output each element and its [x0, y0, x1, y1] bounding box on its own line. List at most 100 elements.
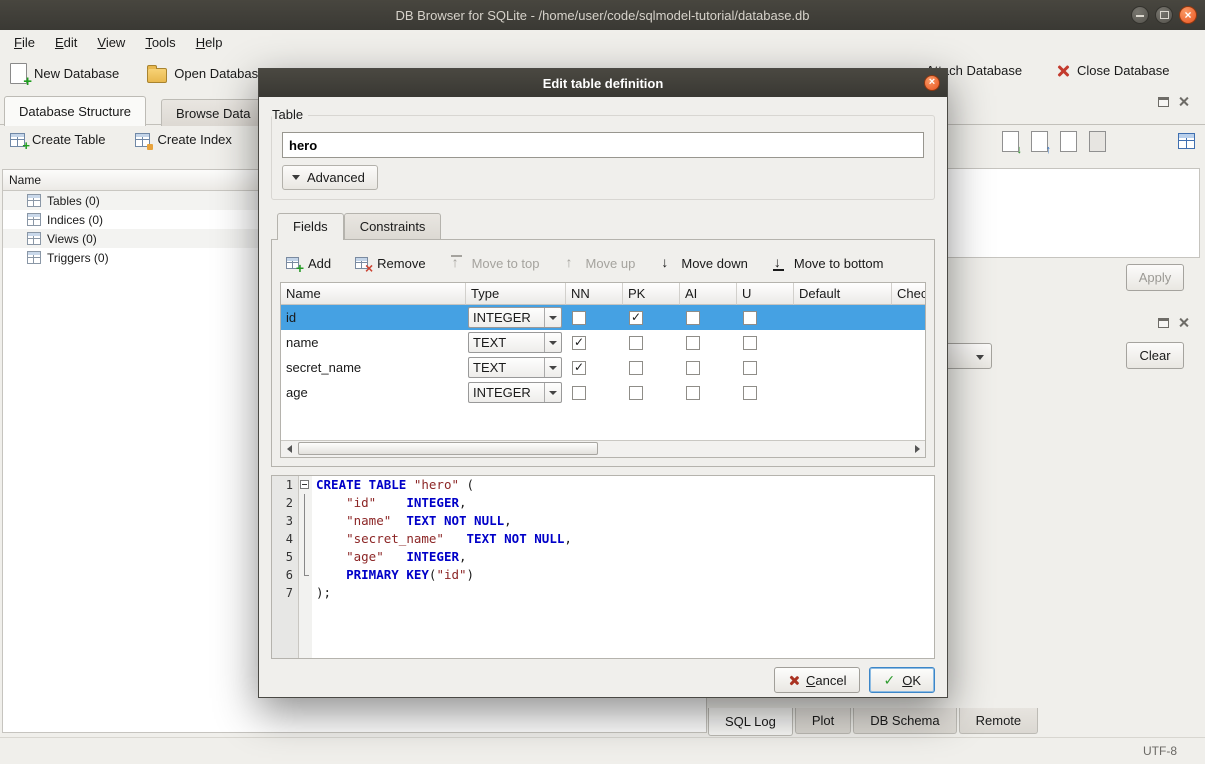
pk-checkbox[interactable] — [629, 386, 643, 400]
sql-preview[interactable]: 1CREATE TABLE "hero" (2 "id" INTEGER,3 "… — [271, 475, 935, 659]
bottom-tab-plot[interactable]: Plot — [795, 708, 851, 734]
table-name-input[interactable] — [282, 132, 924, 158]
field-type-combo[interactable]: INTEGER — [468, 382, 562, 403]
field-nn-cell[interactable] — [566, 355, 623, 380]
field-ai-cell[interactable] — [680, 305, 737, 330]
field-u-cell[interactable] — [737, 355, 794, 380]
create-index-button[interactable]: Create Index — [135, 132, 231, 147]
scrollbar-thumb[interactable] — [298, 442, 598, 455]
field-type-combo[interactable]: TEXT — [468, 357, 562, 378]
field-u-cell[interactable] — [737, 380, 794, 405]
field-u-cell[interactable] — [737, 305, 794, 330]
move-to-bottom-button[interactable]: Move to bottom — [772, 255, 884, 271]
menu-view[interactable]: View — [87, 32, 135, 53]
remove-button[interactable]: Remove — [355, 255, 425, 271]
combo-dropdown-icon[interactable] — [544, 383, 561, 402]
field-name-cell[interactable]: id — [281, 305, 466, 330]
maximize-icon[interactable] — [1155, 6, 1173, 24]
field-type-cell[interactable]: INTEGER — [466, 380, 566, 405]
field-row-id[interactable]: idINTEGER — [281, 305, 925, 330]
menu-help[interactable]: Help — [186, 32, 233, 53]
field-row-secret-name[interactable]: secret_nameTEXT — [281, 355, 925, 380]
import-icon[interactable] — [1002, 131, 1019, 152]
field-default-cell[interactable] — [794, 305, 892, 330]
nn-checkbox[interactable] — [572, 386, 586, 400]
u-checkbox[interactable] — [743, 386, 757, 400]
minimize-icon[interactable] — [1131, 6, 1149, 24]
field-pk-cell[interactable] — [623, 305, 680, 330]
field-type-cell[interactable]: INTEGER — [466, 305, 566, 330]
clear-button[interactable]: Clear — [1126, 342, 1184, 369]
combo-dropdown-icon[interactable] — [544, 333, 561, 352]
nn-checkbox[interactable] — [572, 361, 586, 375]
ai-checkbox[interactable] — [686, 386, 700, 400]
move-down-button[interactable]: Move down — [659, 255, 747, 271]
column-header-name[interactable]: Name — [281, 283, 466, 305]
field-ai-cell[interactable] — [680, 330, 737, 355]
nn-checkbox[interactable] — [572, 311, 586, 325]
menu-file[interactable]: File — [4, 32, 45, 53]
bottom-tab-sql-log[interactable]: SQL Log — [708, 708, 793, 736]
u-checkbox[interactable] — [743, 336, 757, 350]
ai-checkbox[interactable] — [686, 336, 700, 350]
print-icon[interactable] — [1089, 131, 1106, 152]
dialog-close-icon[interactable] — [924, 75, 940, 91]
apply-button[interactable]: Apply — [1126, 264, 1184, 291]
ai-checkbox[interactable] — [686, 361, 700, 375]
tab-constraints[interactable]: Constraints — [344, 213, 442, 239]
field-nn-cell[interactable] — [566, 305, 623, 330]
field-pk-cell[interactable] — [623, 355, 680, 380]
field-u-cell[interactable] — [737, 330, 794, 355]
field-row-age[interactable]: ageINTEGER — [281, 380, 925, 405]
column-header-u[interactable]: U — [737, 283, 794, 305]
column-header-ai[interactable]: AI — [680, 283, 737, 305]
field-pk-cell[interactable] — [623, 380, 680, 405]
horizontal-scrollbar[interactable] — [281, 440, 925, 457]
field-nn-cell[interactable] — [566, 330, 623, 355]
set-null-icon[interactable] — [1060, 131, 1077, 152]
field-type-cell[interactable]: TEXT — [466, 355, 566, 380]
menu-edit[interactable]: Edit — [45, 32, 87, 53]
field-pk-cell[interactable] — [623, 330, 680, 355]
float-dock-icon[interactable] — [1158, 97, 1169, 107]
field-type-combo[interactable]: TEXT — [468, 332, 562, 353]
field-nn-cell[interactable] — [566, 380, 623, 405]
field-ai-cell[interactable] — [680, 380, 737, 405]
scroll-right-icon[interactable] — [909, 441, 925, 456]
close-database-button[interactable]: Close Database — [1056, 63, 1170, 78]
bottom-tab-remote[interactable]: Remote — [959, 708, 1039, 734]
field-type-combo[interactable]: INTEGER — [468, 307, 562, 328]
u-checkbox[interactable] — [743, 361, 757, 375]
create-table-button[interactable]: Create Table — [10, 132, 105, 147]
export-icon[interactable] — [1031, 131, 1048, 152]
field-check-cell[interactable] — [892, 305, 926, 330]
fold-marker[interactable] — [298, 476, 312, 494]
field-row-name[interactable]: nameTEXT — [281, 330, 925, 355]
menu-tools[interactable]: Tools — [135, 32, 185, 53]
column-header-check[interactable]: Check — [892, 283, 926, 305]
field-check-cell[interactable] — [892, 355, 926, 380]
add-button[interactable]: Add — [286, 255, 331, 271]
field-default-cell[interactable] — [794, 330, 892, 355]
float-dock-icon[interactable] — [1158, 318, 1169, 328]
pk-checkbox[interactable] — [629, 361, 643, 375]
field-name-cell[interactable]: name — [281, 330, 466, 355]
column-header-nn[interactable]: NN — [566, 283, 623, 305]
window-titlebar[interactable]: DB Browser for SQLite - /home/user/code/… — [0, 0, 1205, 30]
field-default-cell[interactable] — [794, 355, 892, 380]
dialog-titlebar[interactable]: Edit table definition — [259, 69, 947, 97]
u-checkbox[interactable] — [743, 311, 757, 325]
field-name-cell[interactable]: age — [281, 380, 466, 405]
pk-checkbox[interactable] — [629, 336, 643, 350]
field-ai-cell[interactable] — [680, 355, 737, 380]
bottom-tab-db-schema[interactable]: DB Schema — [853, 708, 956, 734]
field-check-cell[interactable] — [892, 330, 926, 355]
open-database-button[interactable]: Open Database — [147, 64, 265, 83]
cell-editor-area[interactable] — [944, 168, 1200, 258]
column-header-pk[interactable]: PK — [623, 283, 680, 305]
pk-checkbox[interactable] — [629, 311, 643, 325]
new-database-button[interactable]: New Database — [10, 63, 119, 84]
tab-database-structure[interactable]: Database Structure — [4, 96, 146, 126]
field-name-cell[interactable]: secret_name — [281, 355, 466, 380]
advanced-toggle-button[interactable]: Advanced — [282, 165, 378, 190]
